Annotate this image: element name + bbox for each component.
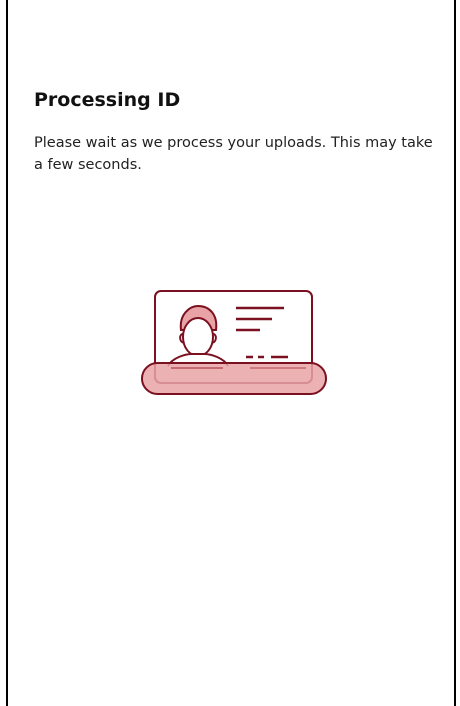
content-area: Processing ID Please wait as we process … bbox=[34, 86, 434, 176]
id-card-scan-icon bbox=[138, 286, 330, 402]
page-title: Processing ID bbox=[34, 89, 181, 111]
right-border bbox=[454, 0, 456, 706]
processing-description: Please wait as we process your uploads. … bbox=[34, 135, 433, 173]
left-border bbox=[6, 0, 8, 706]
processing-screen: Processing ID Please wait as we process … bbox=[0, 0, 460, 706]
